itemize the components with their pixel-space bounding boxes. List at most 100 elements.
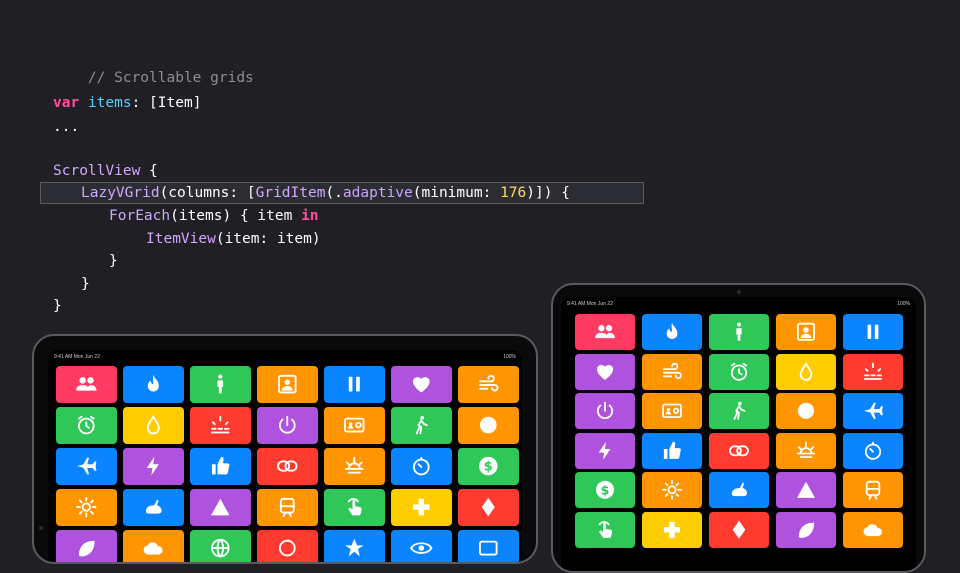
grid-item[interactable] xyxy=(642,393,702,429)
pause-icon xyxy=(348,377,361,392)
airplane-icon xyxy=(864,402,883,420)
grid-item[interactable] xyxy=(257,530,318,562)
grid-item[interactable] xyxy=(458,530,519,562)
grid-item[interactable] xyxy=(391,530,452,562)
grid-item[interactable] xyxy=(123,489,184,526)
plus-icon xyxy=(663,521,681,538)
bolt-icon xyxy=(598,441,611,460)
code-type: ForEach xyxy=(109,208,171,224)
grid-item[interactable] xyxy=(575,353,635,390)
grid-item[interactable] xyxy=(56,489,117,526)
grid-item[interactable] xyxy=(257,366,318,403)
grid-item[interactable] xyxy=(642,432,702,469)
grid-item[interactable] xyxy=(776,511,836,548)
grid-item[interactable] xyxy=(190,366,251,403)
code-function: adaptive xyxy=(342,185,413,201)
code-line-10: } xyxy=(81,276,90,292)
diamond-icon xyxy=(482,498,495,517)
figure-walk-icon xyxy=(415,416,428,435)
grid-item[interactable] xyxy=(575,314,635,350)
power-icon xyxy=(596,402,614,420)
ipad-landscape: 9:41 AM Mon Jun 22 100% $ xyxy=(32,334,538,564)
grid-item[interactable] xyxy=(575,393,635,429)
grid-item[interactable] xyxy=(391,407,452,444)
grid-item[interactable] xyxy=(642,314,702,350)
grid-item[interactable] xyxy=(123,448,184,485)
grid-item[interactable] xyxy=(642,511,702,548)
grid-item[interactable] xyxy=(391,366,452,403)
status-battery: 100% xyxy=(503,354,516,360)
grid-item[interactable] xyxy=(709,472,769,508)
code-punct: (columns: [ xyxy=(159,185,256,201)
grid-item[interactable] xyxy=(324,530,385,562)
figure-walk-icon xyxy=(733,402,746,420)
contact-card-icon xyxy=(344,418,365,433)
status-battery: 100% xyxy=(897,301,910,307)
drop-icon xyxy=(799,361,813,381)
grid-item[interactable] xyxy=(575,432,635,469)
grid-item[interactable] xyxy=(843,314,903,350)
grid-item[interactable] xyxy=(190,530,251,562)
grid-item[interactable] xyxy=(709,314,769,350)
code-keyword: var xyxy=(53,95,80,111)
grid-item[interactable] xyxy=(776,393,836,429)
grid-item[interactable] xyxy=(709,432,769,469)
thumbs-up-icon xyxy=(212,457,230,475)
thumbs-up-icon xyxy=(663,441,681,459)
person-square-icon xyxy=(797,323,815,341)
timer-icon xyxy=(413,457,430,476)
sunset-icon xyxy=(797,441,815,458)
grid-item[interactable] xyxy=(843,511,903,548)
grid-item[interactable] xyxy=(776,472,836,508)
grid-item[interactable] xyxy=(709,353,769,390)
triangle-icon xyxy=(797,481,815,499)
grid-item[interactable] xyxy=(642,353,702,390)
grid-item[interactable] xyxy=(123,407,184,444)
grid-item[interactable] xyxy=(123,530,184,562)
grid-item[interactable] xyxy=(56,366,117,403)
grid-item[interactable] xyxy=(324,489,385,526)
grid-item[interactable] xyxy=(391,489,452,526)
grid-item[interactable] xyxy=(458,407,519,444)
grid-item[interactable] xyxy=(123,366,184,403)
grid-item[interactable] xyxy=(257,489,318,526)
grid-item[interactable] xyxy=(709,511,769,548)
grid-item[interactable] xyxy=(56,448,117,485)
status-time: 9:41 AM Mon Jun 22 xyxy=(54,354,100,360)
grid-item[interactable] xyxy=(190,489,251,526)
grid-item[interactable] xyxy=(324,407,385,444)
grid-item[interactable] xyxy=(190,448,251,485)
grid-item[interactable] xyxy=(776,353,836,390)
grid-item[interactable] xyxy=(843,472,903,508)
grid-item[interactable]: $ xyxy=(575,472,635,508)
grid-item[interactable]: $ xyxy=(458,448,519,485)
grid-item[interactable] xyxy=(709,393,769,429)
grid-item[interactable] xyxy=(642,472,702,508)
status-time: 9:41 AM Mon Jun 22 xyxy=(567,301,613,307)
camera xyxy=(39,526,43,530)
grid-item[interactable] xyxy=(575,511,635,548)
leaf-icon xyxy=(79,541,95,557)
grid-item[interactable] xyxy=(190,407,251,444)
code-line-11: } xyxy=(53,298,62,314)
grid-item[interactable] xyxy=(324,448,385,485)
code-type: ItemView xyxy=(146,231,216,247)
grid-item[interactable] xyxy=(776,314,836,350)
grid-item[interactable] xyxy=(56,407,117,444)
grid-item[interactable] xyxy=(391,448,452,485)
grid-item[interactable] xyxy=(257,448,318,485)
tram-icon xyxy=(280,498,295,518)
grid-item[interactable] xyxy=(776,432,836,469)
grid-item[interactable] xyxy=(324,366,385,403)
status-bar: 9:41 AM Mon Jun 22 100% xyxy=(567,301,910,311)
code-type: LazyVGrid xyxy=(81,185,160,201)
grid-item[interactable] xyxy=(458,366,519,403)
grid-item[interactable] xyxy=(843,432,903,469)
grid-item[interactable] xyxy=(257,407,318,444)
grid-item[interactable] xyxy=(843,393,903,429)
grid-item[interactable] xyxy=(56,530,117,562)
code-type: Item xyxy=(157,95,193,111)
grid-item[interactable] xyxy=(843,353,903,390)
power-icon xyxy=(279,416,296,434)
grid-item[interactable] xyxy=(458,489,519,526)
